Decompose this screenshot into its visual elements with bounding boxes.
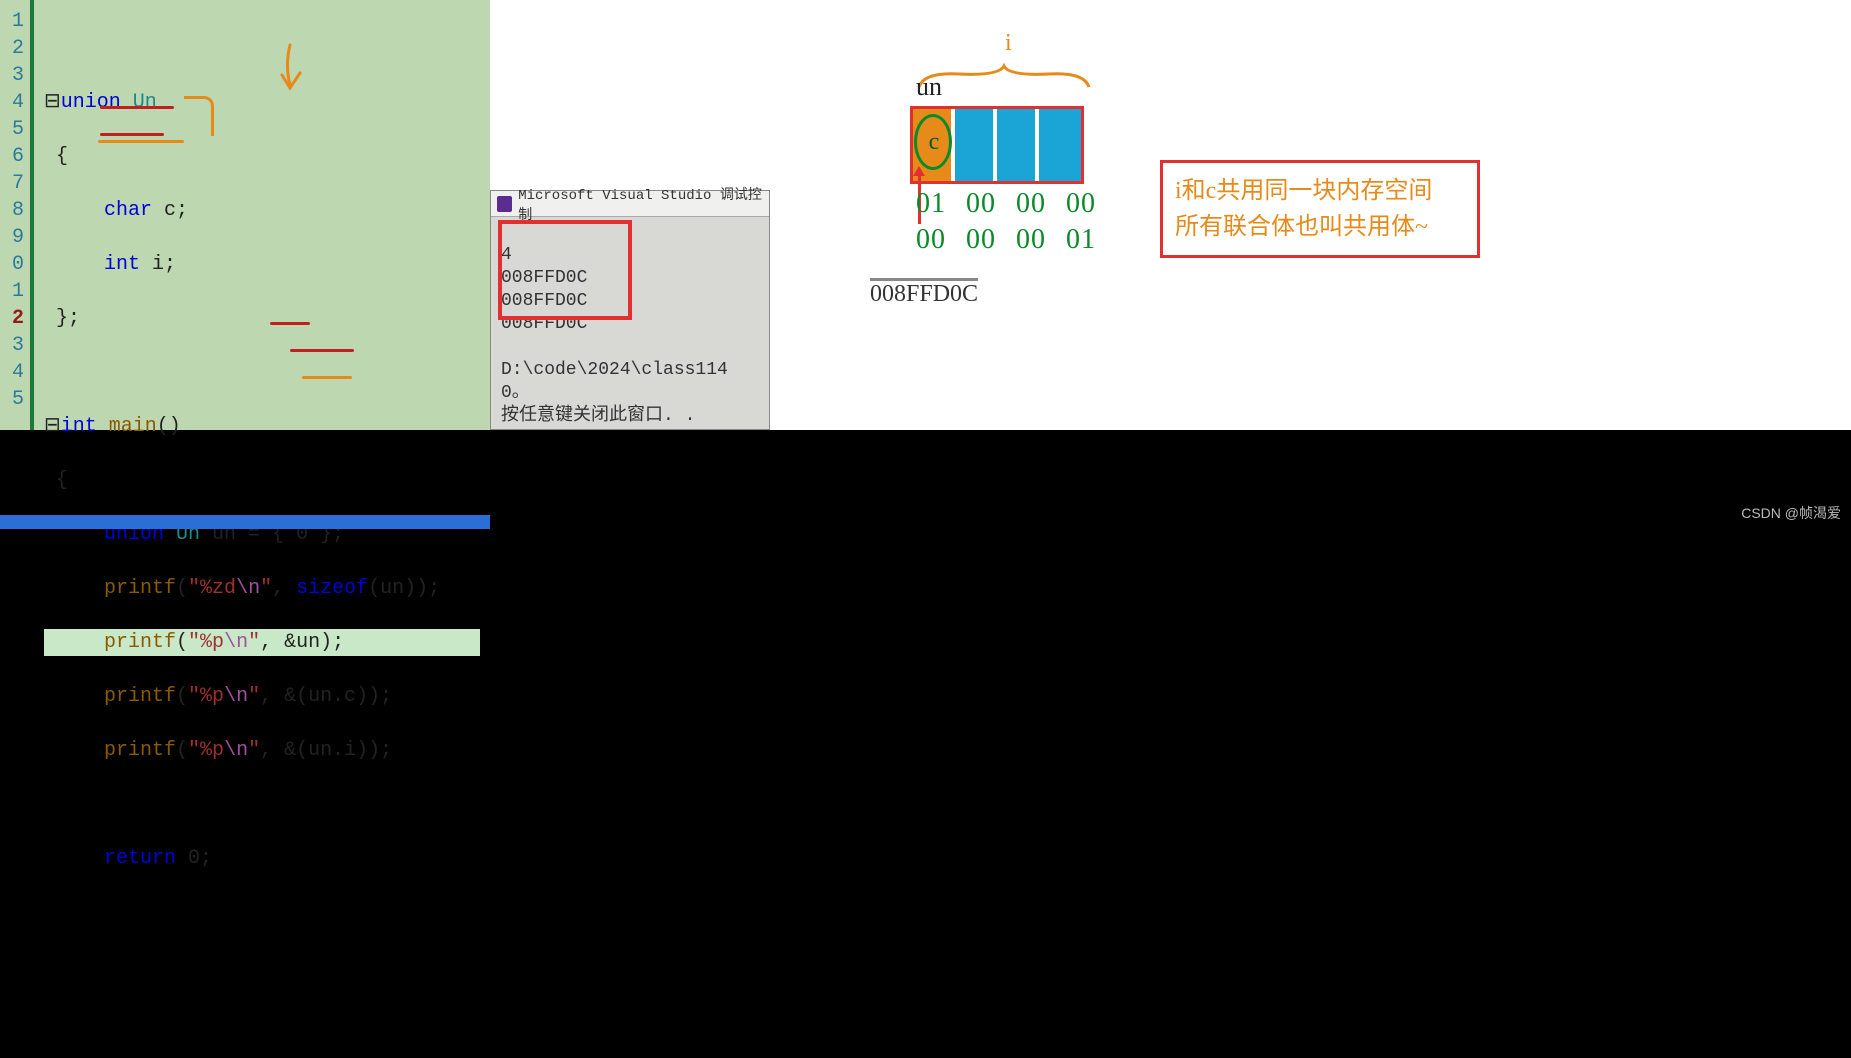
line-gutter: 1 2 3 4 5 6 7 8 9 0 1 2 3 4 5 <box>0 0 30 430</box>
hex-byte: 00 <box>916 224 946 256</box>
console-line: 按任意键关闭此窗口. . <box>501 406 695 426</box>
gutter-num: 3 <box>0 62 24 89</box>
memory-diagram: i un c 01 00 00 00 00 00 00 01 008FFD0C … <box>770 0 1851 320</box>
diagram-c-circle-icon <box>914 114 952 170</box>
hex-byte: 01 <box>916 188 946 220</box>
gutter-num: 5 <box>0 116 24 143</box>
gutter-num: 7 <box>0 170 24 197</box>
annotation-output-highlight <box>498 220 632 320</box>
gutter-num: 1 <box>0 278 24 305</box>
hex-byte: 00 <box>1066 188 1096 220</box>
note-line-2: 所有联合体也叫共用体~ <box>1175 209 1465 245</box>
hex-row-2: 00 00 00 01 <box>916 224 1096 256</box>
watermark: CSDN @帧渴爱 <box>1741 503 1841 523</box>
diagram-address-label: 008FFD0C <box>870 278 978 308</box>
gutter-num: 8 <box>0 197 24 224</box>
diagram-un-label: un <box>916 72 942 102</box>
gutter-num-breakpoint[interactable]: 2 <box>0 305 24 332</box>
memory-byte-2 <box>997 109 1039 181</box>
console-title-text: Microsoft Visual Studio 调试控制 <box>518 184 763 224</box>
gutter-num: 3 <box>0 332 24 359</box>
status-bar <box>0 515 490 529</box>
gutter-num: 2 <box>0 35 24 62</box>
hex-byte: 00 <box>966 224 996 256</box>
visual-studio-icon <box>497 196 512 212</box>
memory-byte-3 <box>1039 109 1081 181</box>
console-line: D:\code\2024\class114 <box>501 360 728 380</box>
gutter-num: 5 <box>0 386 24 413</box>
gutter-num: 4 <box>0 359 24 386</box>
hex-row-1: 01 00 00 00 <box>916 188 1096 220</box>
gutter-num: 9 <box>0 224 24 251</box>
hex-byte: 00 <box>966 188 996 220</box>
annotation-underline-int-i <box>100 133 164 136</box>
gutter-num: 6 <box>0 143 24 170</box>
memory-byte-1 <box>955 109 997 181</box>
code-text[interactable]: ⊟union Un { char c; int i; }; ⊟int main(… <box>34 0 490 430</box>
note-line-1: i和c共用同一块内存空间 <box>1175 173 1465 209</box>
diagram-i-label: i <box>1005 30 1012 57</box>
note-box: i和c共用同一块内存空间 所有联合体也叫共用体~ <box>1160 160 1480 258</box>
hex-byte: 00 <box>1016 188 1046 220</box>
gutter-num: 1 <box>0 8 24 35</box>
gutter-num: 0 <box>0 251 24 278</box>
code-editor[interactable]: 1 2 3 4 5 6 7 8 9 0 1 2 3 4 5 ⊟union Un … <box>0 0 490 430</box>
hex-byte: 00 <box>1016 224 1046 256</box>
hex-byte: 01 <box>1066 224 1096 256</box>
gutter-num: 4 <box>0 89 24 116</box>
console-line: 0。 <box>501 383 530 403</box>
annotation-underline-un-c <box>290 349 354 352</box>
console-titlebar[interactable]: Microsoft Visual Studio 调试控制 <box>491 191 769 217</box>
